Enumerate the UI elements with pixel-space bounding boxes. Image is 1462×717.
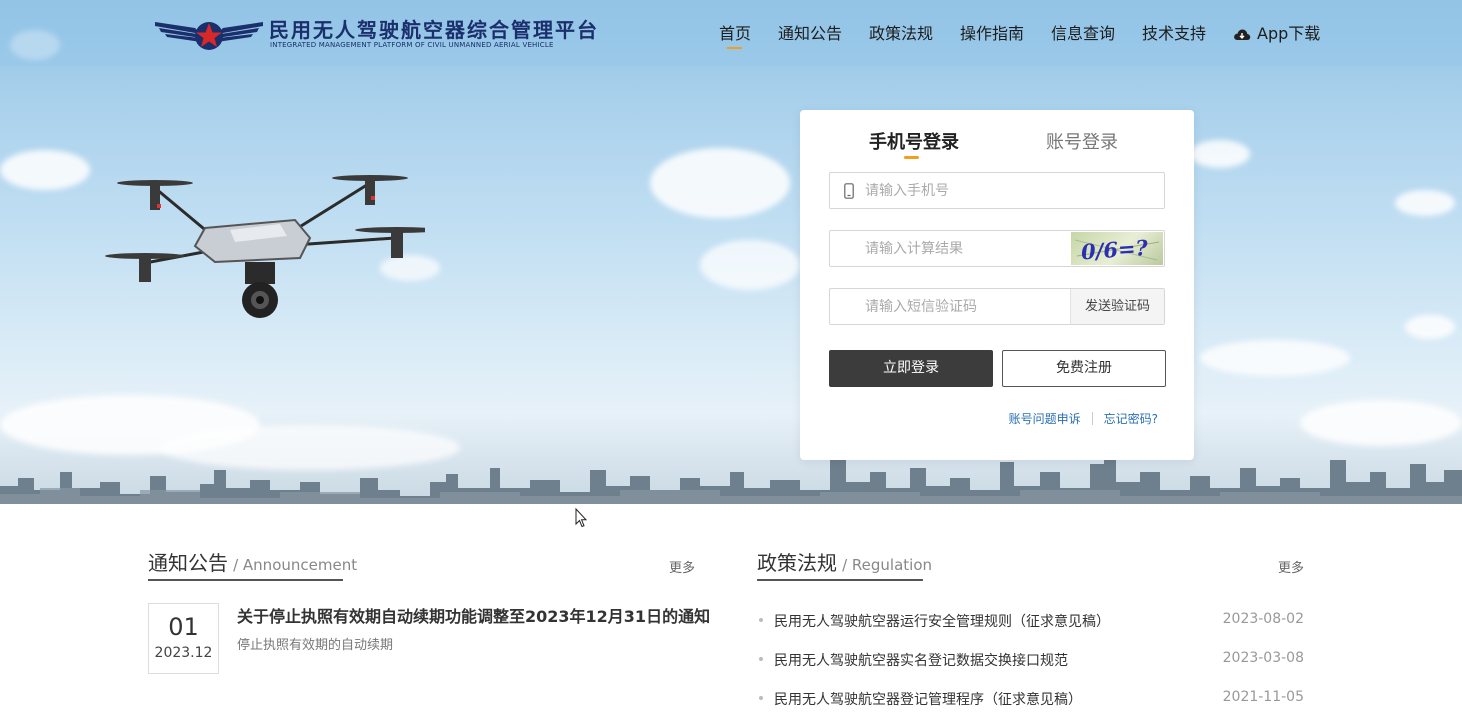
announcement-year-month: 2023.12 — [154, 645, 213, 661]
captcha-input[interactable] — [865, 231, 1065, 266]
hero-banner — [0, 0, 1462, 504]
bullet-dot — [759, 696, 763, 700]
regulation-item-title[interactable]: 民用无人驾驶航空器运行安全管理规则（征求意见稿） — [774, 611, 1110, 631]
regulation-item-title[interactable]: 民用无人驾驶航空器登记管理程序（征求意见稿） — [774, 689, 1082, 709]
forgot-password-link[interactable]: 忘记密码? — [1104, 412, 1158, 426]
regulation-list-item: 民用无人驾驶航空器实名登记数据交换接口规范 2023-03-08 — [759, 649, 1304, 669]
account-appeal-link[interactable]: 账号问题申诉 — [1009, 412, 1081, 426]
send-code-button[interactable]: 发送验证码 — [1070, 289, 1164, 324]
regulation-item-date: 2021-11-05 — [1222, 689, 1304, 705]
login-card: 手机号登录 账号登录 0/6=? 发送验证码 立即登录 免费注册 账号问题申诉 忘… — [800, 110, 1194, 460]
cloud-decoration — [700, 240, 800, 290]
cloud-decoration — [1395, 190, 1455, 216]
cloud-download-icon — [1234, 29, 1251, 40]
regulation-title-en: / Regulation — [842, 556, 933, 574]
bullet-dot — [759, 618, 763, 622]
logo-title: 民用无人驾驶航空器综合管理平台 — [269, 18, 599, 42]
cloud-decoration — [1200, 340, 1350, 376]
nav-policies[interactable]: 政策法规 — [869, 20, 933, 44]
nav-tech-support[interactable]: 技术支持 — [1142, 20, 1206, 44]
cloud-decoration — [1300, 400, 1462, 446]
regulation-item-title[interactable]: 民用无人驾驶航空器实名登记数据交换接口规范 — [774, 650, 1068, 670]
caac-emblem-icon — [155, 22, 263, 50]
captcha-field: 0/6=? — [829, 230, 1165, 267]
link-divider — [1091, 412, 1093, 425]
captcha-text: 0/6=? — [1080, 235, 1149, 265]
tab-phone-login[interactable]: 手机号登录 — [869, 128, 959, 159]
announcement-date-box: 01 2023.12 — [148, 603, 219, 674]
nav-app-download[interactable]: App下载 — [1233, 20, 1320, 44]
top-header: 民用无人驾驶航空器综合管理平台 INTEGRATED MANAGEMENT PL… — [0, 0, 1462, 66]
regulation-list-item: 民用无人驾驶航空器登记管理程序（征求意见稿） 2021-11-05 — [759, 688, 1304, 708]
nav-info-query[interactable]: 信息查询 — [1051, 20, 1115, 44]
nav-announcements[interactable]: 通知公告 — [778, 20, 842, 44]
announcement-item-title[interactable]: 关于停止执照有效期自动续期功能调整至2023年12月31日的通知 — [237, 603, 710, 627]
bullet-dot — [759, 657, 763, 661]
regulation-title-cn: 政策法规 — [757, 551, 837, 575]
regulation-more-link[interactable]: 更多 — [1278, 557, 1304, 576]
phone-field — [829, 172, 1165, 209]
announcement-day: 01 — [168, 613, 199, 641]
cloud-decoration — [1405, 315, 1455, 339]
regulation-section-title: 政策法规 / Regulation — [757, 547, 932, 581]
login-button[interactable]: 立即登录 — [829, 350, 993, 387]
nav-app-download-label: App下载 — [1257, 24, 1321, 43]
mouse-cursor-icon — [575, 508, 587, 528]
announcement-more-link[interactable]: 更多 — [669, 557, 695, 576]
announcement-item-desc: 停止执照有效期的自动续期 — [237, 638, 394, 653]
cloud-decoration — [0, 150, 90, 190]
register-button[interactable]: 免费注册 — [1002, 350, 1166, 387]
drone-image — [105, 175, 425, 318]
nav-home[interactable]: 首页 — [719, 20, 751, 49]
logo-subtitle: INTEGRATED MANAGEMENT PLATFORM OF CIVIL … — [270, 41, 554, 49]
login-help-links: 账号问题申诉 忘记密码? — [1009, 410, 1158, 427]
site-logo[interactable]: 民用无人驾驶航空器综合管理平台 INTEGRATED MANAGEMENT PL… — [155, 12, 597, 56]
captcha-text-image: 0/6=? — [1074, 235, 1160, 265]
announcement-title-cn: 通知公告 — [148, 551, 228, 575]
cloud-decoration — [1190, 140, 1250, 168]
regulation-item-date: 2023-03-08 — [1222, 650, 1304, 666]
sms-code-input[interactable] — [865, 289, 1065, 324]
city-skyline-image — [0, 452, 1462, 504]
regulation-item-date: 2023-08-02 — [1222, 611, 1304, 627]
regulation-list-item: 民用无人驾驶航空器运行安全管理规则（征求意见稿） 2023-08-02 — [759, 610, 1304, 630]
captcha-image[interactable]: 0/6=? — [1071, 232, 1163, 265]
phone-input[interactable] — [865, 173, 1065, 208]
announcement-section-title: 通知公告 / Announcement — [148, 547, 357, 581]
tab-account-login[interactable]: 账号登录 — [1046, 128, 1118, 154]
cloud-decoration — [650, 148, 790, 218]
announcement-title-en: / Announcement — [233, 556, 358, 574]
nav-guide[interactable]: 操作指南 — [960, 20, 1024, 44]
phone-icon — [844, 183, 854, 199]
sms-code-field: 发送验证码 — [829, 288, 1165, 325]
